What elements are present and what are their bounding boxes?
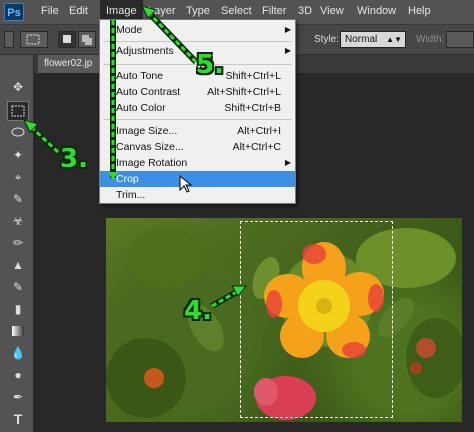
submenu-arrow-icon: ▶ — [284, 25, 291, 34]
lasso-icon[interactable] — [7, 123, 29, 143]
menu-file[interactable]: File — [41, 5, 59, 17]
menu-image[interactable]: Image — [106, 5, 137, 17]
marquee-preset-icon — [26, 34, 40, 45]
annotation-step-4: 4. — [184, 296, 212, 326]
menu-item-label: Adjustments — [116, 45, 174, 57]
add-selection-icon[interactable] — [78, 31, 96, 48]
menu-view[interactable]: View — [320, 5, 344, 17]
menu-filter[interactable]: Filter — [262, 5, 286, 17]
brush-icon[interactable]: ✏ — [7, 233, 29, 253]
photoshop-logo: Ps — [4, 3, 24, 21]
width-input[interactable] — [446, 31, 474, 48]
menu-select[interactable]: Select — [221, 5, 252, 17]
gradient-icon[interactable] — [7, 321, 29, 341]
tools-panel: ✥ ✦ ⌖ ✎ ☣ ✏ ▲ ✎ ▮ 💧 ● ✒ T — [0, 55, 34, 432]
annotation-step-5: 5. — [196, 50, 224, 80]
menu-layer[interactable]: Layer — [148, 5, 176, 17]
type-icon[interactable]: T — [7, 409, 29, 429]
menu-item-shortcut: Alt+Ctrl+I — [237, 125, 281, 137]
marquee-selection[interactable] — [240, 221, 393, 418]
menu-separator — [103, 41, 292, 42]
menu-item-label: Auto Tone — [116, 70, 164, 82]
marquee-icon[interactable] — [7, 101, 29, 121]
menu-help[interactable]: Help — [408, 5, 431, 17]
crop-icon[interactable]: ⌖ — [7, 167, 29, 187]
annotation-step-3: 3. — [60, 144, 88, 174]
menu-item-shortcut: Alt+Shift+Ctrl+L — [207, 86, 281, 98]
menu-item-label: Canvas Size... — [116, 141, 184, 153]
menu-item-label: Mode — [116, 24, 143, 36]
style-select[interactable]: Normal ▲▼ — [340, 31, 406, 48]
menu-item-label: Auto Contrast — [116, 86, 181, 98]
menu-item-image-rotation[interactable]: Image Rotation ▶ — [100, 155, 295, 171]
dodge-icon[interactable]: ● — [7, 365, 29, 385]
move-icon[interactable]: ✥ — [7, 77, 29, 97]
document-tab[interactable]: flower02.jp — [38, 55, 104, 73]
menu-edit[interactable]: Edit — [69, 5, 88, 17]
menu-item-crop[interactable]: Crop — [100, 171, 295, 187]
menu-type[interactable]: Type — [186, 5, 210, 17]
menu-item-label: Image Size... — [116, 125, 178, 137]
healing-icon[interactable]: ☣ — [7, 211, 29, 231]
submenu-arrow-icon: ▶ — [284, 158, 291, 167]
pen-icon[interactable]: ✒ — [7, 387, 29, 407]
menu-separator — [103, 119, 292, 120]
menu-item-shortcut: Alt+Ctrl+C — [232, 141, 281, 153]
menu-item-auto-color[interactable]: Auto Color Shift+Ctrl+B — [100, 100, 295, 116]
width-label: Width: — [416, 34, 445, 45]
menu-item-shortcut: Shift+Ctrl+L — [225, 70, 281, 82]
menu-item-auto-contrast[interactable]: Auto Contrast Alt+Shift+Ctrl+L — [100, 84, 295, 100]
menu-item-label: Trim... — [116, 189, 146, 201]
menu-item-mode[interactable]: Mode ▶ — [100, 22, 295, 38]
eyedropper-icon[interactable]: ✎ — [7, 189, 29, 209]
options-grip — [4, 31, 14, 48]
menu-item-canvas-size[interactable]: Canvas Size... Alt+Ctrl+C — [100, 139, 295, 155]
document-tab-label: flower02.jp — [44, 58, 93, 69]
blur-icon[interactable]: 💧 — [7, 343, 29, 363]
menu-item-label: Crop — [116, 173, 139, 185]
style-label: Style: — [314, 34, 340, 45]
image-menu-dropdown: Mode ▶ Adjustments ▶ Auto Tone Shift+Ctrl+L… — [99, 19, 296, 204]
chevron-down-icon: ▲▼ — [386, 35, 402, 44]
menu-item-shortcut: Shift+Ctrl+B — [224, 102, 281, 114]
menu-item-label: Auto Color — [116, 102, 166, 114]
menu-item-trim[interactable]: Trim... — [100, 187, 295, 203]
menu-item-label: Image Rotation — [116, 157, 188, 169]
style-value: Normal — [345, 34, 378, 45]
history-brush-icon[interactable]: ✎ — [7, 277, 29, 297]
tool-preset-picker[interactable] — [20, 31, 48, 48]
submenu-arrow-icon: ▶ — [284, 46, 291, 55]
menu-item-image-size[interactable]: Image Size... Alt+Ctrl+I — [100, 123, 295, 139]
eraser-icon[interactable]: ▮ — [7, 299, 29, 319]
magic-wand-icon[interactable]: ✦ — [7, 145, 29, 165]
stamp-icon[interactable]: ▲ — [7, 255, 29, 275]
menu-window[interactable]: Window — [357, 5, 396, 17]
menu-3d[interactable]: 3D — [298, 5, 312, 17]
new-selection-icon[interactable] — [58, 31, 76, 48]
